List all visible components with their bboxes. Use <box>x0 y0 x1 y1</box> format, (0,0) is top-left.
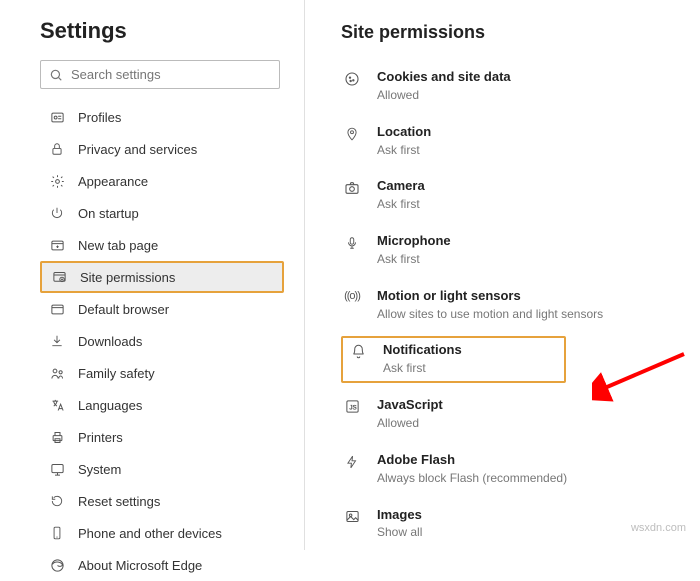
sidebar-item-reset[interactable]: Reset settings <box>40 485 284 517</box>
perm-sub: Always block Flash (recommended) <box>377 470 567 487</box>
location-icon <box>341 124 363 142</box>
sidebar-item-label: Printers <box>78 430 123 445</box>
perm-cookies[interactable]: Cookies and site data Allowed <box>341 63 700 110</box>
svg-text:JS: JS <box>349 405 356 412</box>
sidebar-item-printers[interactable]: Printers <box>40 421 284 453</box>
watermark: wsxdn.com <box>631 522 686 534</box>
sidebar-item-family[interactable]: Family safety <box>40 357 284 389</box>
reset-icon <box>48 494 66 508</box>
perm-sub: Allowed <box>377 415 443 432</box>
perm-title: Notifications <box>383 342 462 359</box>
sidebar-item-label: Profiles <box>78 110 121 125</box>
perm-camera[interactable]: Camera Ask first <box>341 172 700 219</box>
perm-sub: Allowed <box>377 87 511 104</box>
sidebar-item-startup[interactable]: On startup <box>40 197 284 229</box>
sidebar-item-system[interactable]: System <box>40 453 284 485</box>
sidebar-item-label: Default browser <box>78 302 169 317</box>
edge-icon <box>48 558 66 573</box>
perm-sub: Ask first <box>377 142 431 159</box>
perm-title: Cookies and site data <box>377 69 511 86</box>
perm-sub: Allow sites to use motion and light sens… <box>377 306 603 323</box>
perm-location[interactable]: Location Ask first <box>341 118 700 165</box>
bell-icon <box>347 342 369 359</box>
sidebar-item-label: System <box>78 462 121 477</box>
perm-title: JavaScript <box>377 397 443 414</box>
sidebar-item-label: Family safety <box>78 366 155 381</box>
sidebar-item-label: Languages <box>78 398 142 413</box>
perm-sub: Ask first <box>377 196 425 213</box>
perm-title: Adobe Flash <box>377 452 567 469</box>
system-icon <box>48 462 66 477</box>
appearance-icon <box>48 174 66 189</box>
sidebar-item-profiles[interactable]: Profiles <box>40 101 284 133</box>
search-input[interactable]: Search settings <box>40 60 280 89</box>
perm-sub: Ask first <box>383 360 462 377</box>
perm-sub: Ask first <box>377 251 451 268</box>
power-icon <box>48 206 66 220</box>
phone-icon <box>48 526 66 540</box>
download-icon <box>48 334 66 348</box>
browser-icon <box>48 302 66 317</box>
sidebar-item-label: Reset settings <box>78 494 160 509</box>
sidebar-item-label: New tab page <box>78 238 158 253</box>
sidebar-item-default-browser[interactable]: Default browser <box>40 293 284 325</box>
perm-notifications[interactable]: Notifications Ask first <box>341 336 566 383</box>
perm-title: Motion or light sensors <box>377 288 603 305</box>
perm-title: Images <box>377 507 422 524</box>
image-icon <box>341 507 363 524</box>
main-content: Site permissions Cookies and site data A… <box>305 0 700 550</box>
sidebar-item-phone[interactable]: Phone and other devices <box>40 517 284 549</box>
sidebar-item-downloads[interactable]: Downloads <box>40 325 284 357</box>
printer-icon <box>48 430 66 445</box>
profile-icon <box>48 110 66 125</box>
sensor-icon: ((o)) <box>341 288 363 302</box>
flash-icon <box>341 452 363 470</box>
sidebar-item-newtab[interactable]: New tab page <box>40 229 284 261</box>
sidebar-item-label: About Microsoft Edge <box>78 558 202 573</box>
family-icon <box>48 366 66 381</box>
section-title: Site permissions <box>341 22 700 43</box>
sidebar-item-site-permissions[interactable]: Site permissions <box>40 261 284 293</box>
perm-sensors[interactable]: ((o)) Motion or light sensors Allow site… <box>341 282 700 329</box>
perm-javascript[interactable]: JS JavaScript Allowed <box>341 391 700 438</box>
perm-sub: Show all <box>377 524 422 541</box>
sidebar-item-label: Site permissions <box>80 270 175 285</box>
search-placeholder: Search settings <box>71 67 161 82</box>
perm-flash[interactable]: Adobe Flash Always block Flash (recommen… <box>341 446 700 493</box>
permissions-icon <box>50 270 68 285</box>
search-icon <box>49 68 63 82</box>
perm-microphone[interactable]: Microphone Ask first <box>341 227 700 274</box>
sidebar-item-label: Appearance <box>78 174 148 189</box>
sidebar-item-appearance[interactable]: Appearance <box>40 165 284 197</box>
sidebar-item-label: Downloads <box>78 334 142 349</box>
sidebar-item-label: Phone and other devices <box>78 526 222 541</box>
perm-title: Microphone <box>377 233 451 250</box>
js-icon: JS <box>341 397 363 414</box>
sidebar-item-label: On startup <box>78 206 139 221</box>
camera-icon <box>341 178 363 196</box>
perm-title: Location <box>377 124 431 141</box>
newtab-icon <box>48 238 66 253</box>
lock-icon <box>48 142 66 156</box>
language-icon <box>48 398 66 413</box>
sidebar-item-label: Privacy and services <box>78 142 197 157</box>
settings-sidebar: Settings Search settings Profiles Privac… <box>0 0 305 550</box>
microphone-icon <box>341 233 363 251</box>
sidebar-item-languages[interactable]: Languages <box>40 389 284 421</box>
sidebar-item-privacy[interactable]: Privacy and services <box>40 133 284 165</box>
perm-title: Camera <box>377 178 425 195</box>
page-title: Settings <box>40 18 284 44</box>
sidebar-item-about[interactable]: About Microsoft Edge <box>40 549 284 581</box>
cookie-icon <box>341 69 363 87</box>
